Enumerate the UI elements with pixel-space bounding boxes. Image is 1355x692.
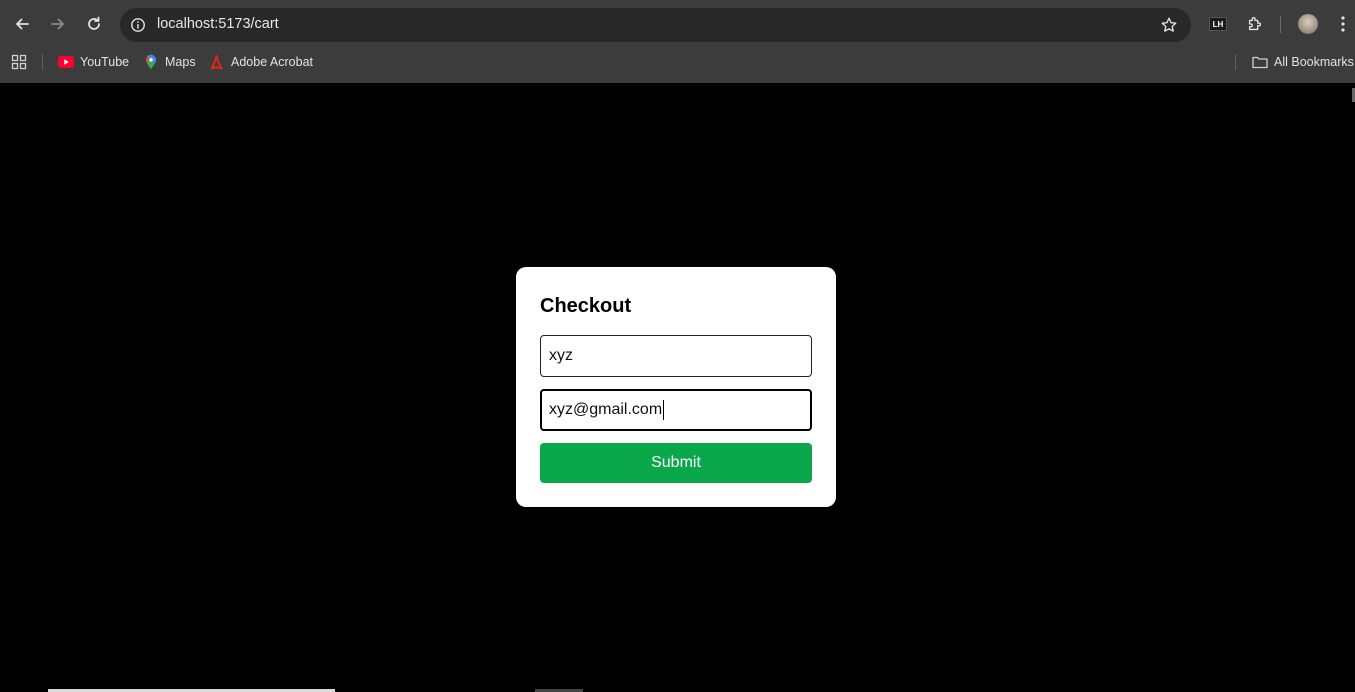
- bookmark-adobe-acrobat[interactable]: Adobe Acrobat: [209, 53, 313, 71]
- address-bar[interactable]: localhost:5173/cart: [120, 8, 1191, 42]
- forward-button[interactable]: [45, 11, 71, 37]
- lighthouse-extension-icon[interactable]: LH: [1207, 13, 1229, 35]
- toolbar-divider: [1280, 16, 1281, 33]
- folder-icon: [1252, 54, 1268, 70]
- bookmarks-divider: [42, 54, 43, 70]
- extension-badge: LH: [1212, 19, 1224, 29]
- apps-grid-icon[interactable]: [11, 53, 27, 71]
- browser-chrome: localhost:5173/cart LH YouTube Maps Adob…: [0, 0, 1355, 83]
- bookmark-star-icon[interactable]: [1159, 15, 1179, 35]
- youtube-icon: [58, 54, 74, 70]
- bookmark-label: YouTube: [80, 55, 130, 69]
- reload-button[interactable]: [81, 11, 107, 37]
- acrobat-icon: [209, 54, 225, 70]
- email-input-value: xyz@gmail.com: [549, 401, 663, 418]
- submit-button[interactable]: Submit: [540, 443, 812, 483]
- text-caret: [663, 400, 665, 420]
- menu-kebab-icon[interactable]: [1334, 13, 1352, 35]
- submit-label: Submit: [651, 454, 701, 471]
- name-input[interactable]: xyz: [540, 335, 812, 377]
- back-button[interactable]: [9, 11, 35, 37]
- bookmark-youtube[interactable]: YouTube: [58, 53, 129, 71]
- email-input[interactable]: xyz@gmail.com: [540, 389, 812, 431]
- extensions-puzzle-icon[interactable]: [1244, 13, 1266, 35]
- checkout-title: Checkout: [540, 295, 632, 317]
- all-bookmarks-button[interactable]: All Bookmarks: [1252, 53, 1354, 71]
- browser-toolbar: localhost:5173/cart LH: [0, 0, 1355, 48]
- reload-icon: [88, 16, 100, 30]
- bookmark-maps[interactable]: Maps: [143, 53, 196, 71]
- all-bookmarks-label: All Bookmarks: [1274, 55, 1354, 69]
- url-text[interactable]: localhost:5173/cart: [157, 16, 279, 32]
- arrow-right-icon: [51, 18, 64, 30]
- bookmarks-divider-right: [1235, 54, 1236, 70]
- maps-icon: [143, 54, 159, 70]
- site-info-icon[interactable]: [128, 15, 148, 35]
- name-input-value: xyz: [549, 347, 573, 364]
- profile-avatar[interactable]: [1297, 13, 1319, 35]
- bookmark-label: Adobe Acrobat: [231, 55, 314, 69]
- bookmark-label: Maps: [165, 55, 196, 69]
- bookmarks-bar: [0, 48, 1355, 76]
- checkout-card: Checkout xyz xyz@gmail.com Submit: [516, 267, 836, 507]
- arrow-left-icon: [16, 18, 29, 30]
